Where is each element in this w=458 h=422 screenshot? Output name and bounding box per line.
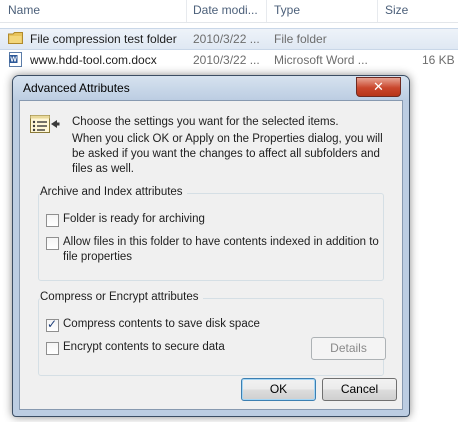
- file-type: File folder: [274, 32, 327, 46]
- dialog-titlebar[interactable]: Advanced Attributes ✕: [13, 76, 409, 100]
- advanced-attributes-dialog: Advanced Attributes ✕ Choose the setting…: [12, 75, 410, 417]
- column-divider[interactable]: [377, 0, 378, 22]
- file-date: 2010/3/22 ...: [193, 53, 260, 67]
- encrypt-label[interactable]: Encrypt contents to secure data: [63, 340, 225, 355]
- file-name: File compression test folder: [30, 32, 177, 46]
- dialog-instructions: Choose the settings you want for the sel…: [72, 115, 392, 179]
- column-divider[interactable]: [266, 0, 267, 22]
- close-button[interactable]: ✕: [356, 77, 401, 97]
- folder-ready-checkbox[interactable]: [46, 214, 59, 227]
- file-size: 16 KB: [422, 53, 455, 67]
- column-date-modified[interactable]: Date modi...: [193, 3, 258, 17]
- folder-ready-label[interactable]: Folder is ready for archiving: [63, 212, 205, 227]
- encrypt-checkbox[interactable]: [46, 342, 59, 355]
- close-icon: ✕: [373, 79, 384, 94]
- column-divider[interactable]: [186, 0, 187, 22]
- file-type: Microsoft Word ...: [274, 53, 368, 67]
- compress-label[interactable]: Compress contents to save disk space: [63, 317, 260, 332]
- svg-text:W: W: [10, 57, 17, 64]
- file-row-docx[interactable]: W www.hdd-tool.com.docx 2010/3/22 ... Mi…: [0, 50, 458, 70]
- word-document-icon: W: [9, 52, 22, 67]
- cancel-button[interactable]: Cancel: [322, 378, 397, 401]
- details-button[interactable]: Details: [311, 337, 386, 360]
- column-name[interactable]: Name: [8, 3, 40, 17]
- folder-icon: [8, 32, 23, 44]
- file-name: www.hdd-tool.com.docx: [30, 53, 157, 67]
- file-row-folder[interactable]: File compression test folder 2010/3/22 .…: [0, 28, 458, 50]
- compress-checkbox[interactable]: [46, 317, 59, 332]
- archive-index-group-title: Archive and Index attributes: [40, 186, 187, 198]
- compress-encrypt-group-title: Compress or Encrypt attributes: [40, 291, 203, 303]
- dialog-body: Choose the settings you want for the sel…: [19, 100, 403, 410]
- instruction-line-2: When you click OK or Apply on the Proper…: [72, 133, 383, 175]
- allow-index-label[interactable]: Allow files in this folder to have conte…: [63, 235, 383, 265]
- column-type[interactable]: Type: [274, 3, 300, 17]
- file-date: 2010/3/22 ...: [193, 32, 260, 46]
- dialog-title: Advanced Attributes: [23, 81, 130, 95]
- attributes-list-icon: [30, 115, 60, 133]
- instruction-line-1: Choose the settings you want for the sel…: [72, 116, 339, 128]
- allow-index-checkbox[interactable]: [46, 237, 59, 250]
- ok-button[interactable]: OK: [241, 378, 316, 401]
- column-header-bar: Name Date modi... Type Size: [0, 0, 458, 23]
- column-size[interactable]: Size: [385, 3, 408, 17]
